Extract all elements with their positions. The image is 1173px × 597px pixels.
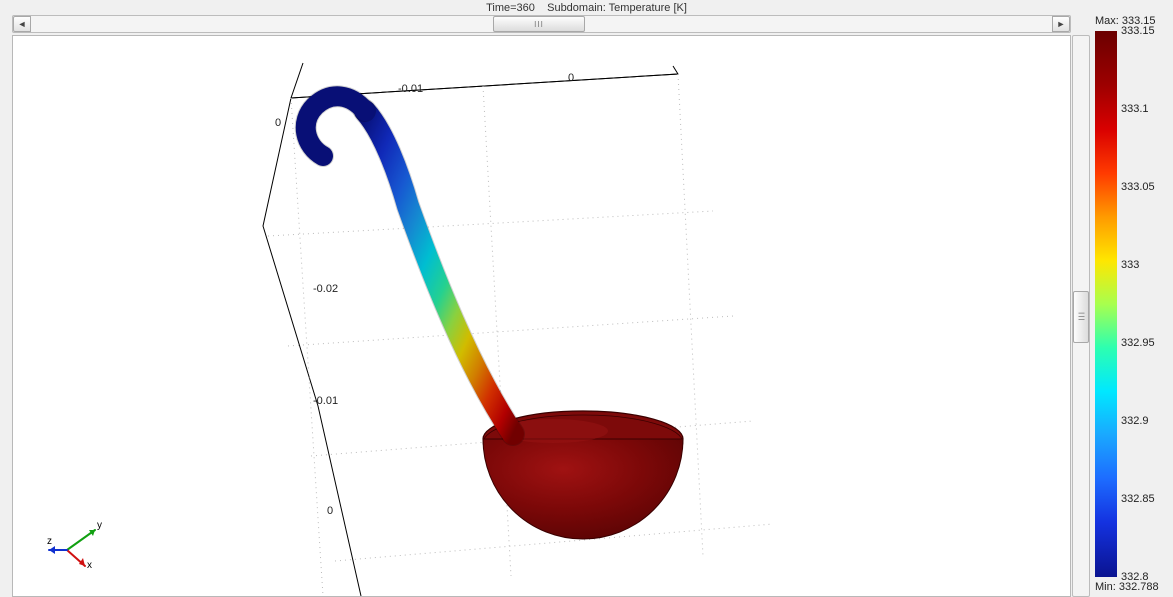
legend-tick: 332.9 bbox=[1121, 415, 1149, 427]
axes-box: -0.01 0 0 -0.02 -0.01 0 bbox=[263, 63, 773, 596]
orientation-triad[interactable]: y x z bbox=[47, 510, 107, 570]
vscroll-thumb[interactable]: III bbox=[1073, 291, 1089, 343]
scroll-right-button[interactable]: ► bbox=[1052, 16, 1070, 32]
axis-top-tick-2: 0 bbox=[568, 72, 574, 84]
subdomain-label: Subdomain: Temperature [K] bbox=[547, 2, 687, 14]
triad-y-label: y bbox=[97, 520, 102, 531]
horizontal-scrollbar[interactable]: ◄ III ► bbox=[12, 15, 1071, 33]
legend-tick: 333.05 bbox=[1121, 181, 1155, 193]
legend-tick: 333.1 bbox=[1121, 103, 1149, 115]
axis-left-tick-mid2: -0.01 bbox=[313, 395, 338, 407]
triad-x-label: x bbox=[87, 560, 92, 570]
axis-top-tick-1: -0.01 bbox=[398, 83, 423, 95]
legend-ticks: 333.15333.1333.05333332.95332.9332.85332… bbox=[1121, 31, 1165, 577]
axis-left-tick-bot: 0 bbox=[327, 505, 333, 517]
axis-left-tick-mid1: -0.02 bbox=[313, 283, 338, 295]
color-legend: Max: 333.15 333.15333.1333.05333332.9533… bbox=[1095, 15, 1165, 593]
ladle-model bbox=[306, 96, 683, 539]
axis-left-tick-top: 0 bbox=[275, 117, 281, 129]
time-label: Time=360 bbox=[486, 2, 535, 14]
legend-tick: 333.15 bbox=[1121, 25, 1155, 37]
triad-z-label: z bbox=[47, 536, 52, 547]
plot-viewport[interactable]: -0.01 0 0 -0.02 -0.01 0 bbox=[12, 35, 1071, 597]
scroll-left-button[interactable]: ◄ bbox=[13, 16, 31, 32]
vertical-scrollbar[interactable]: III bbox=[1072, 35, 1090, 597]
plot-title: Time=360 Subdomain: Temperature [K] bbox=[0, 2, 1173, 14]
legend-bar bbox=[1095, 31, 1117, 577]
legend-tick: 332.95 bbox=[1121, 337, 1155, 349]
plot-svg: -0.01 0 0 -0.02 -0.01 0 bbox=[13, 36, 1070, 596]
legend-min-label: Min: 332.788 bbox=[1095, 581, 1159, 593]
hscroll-thumb[interactable]: III bbox=[493, 16, 585, 32]
legend-tick: 333 bbox=[1121, 259, 1139, 271]
legend-tick: 332.85 bbox=[1121, 493, 1155, 505]
